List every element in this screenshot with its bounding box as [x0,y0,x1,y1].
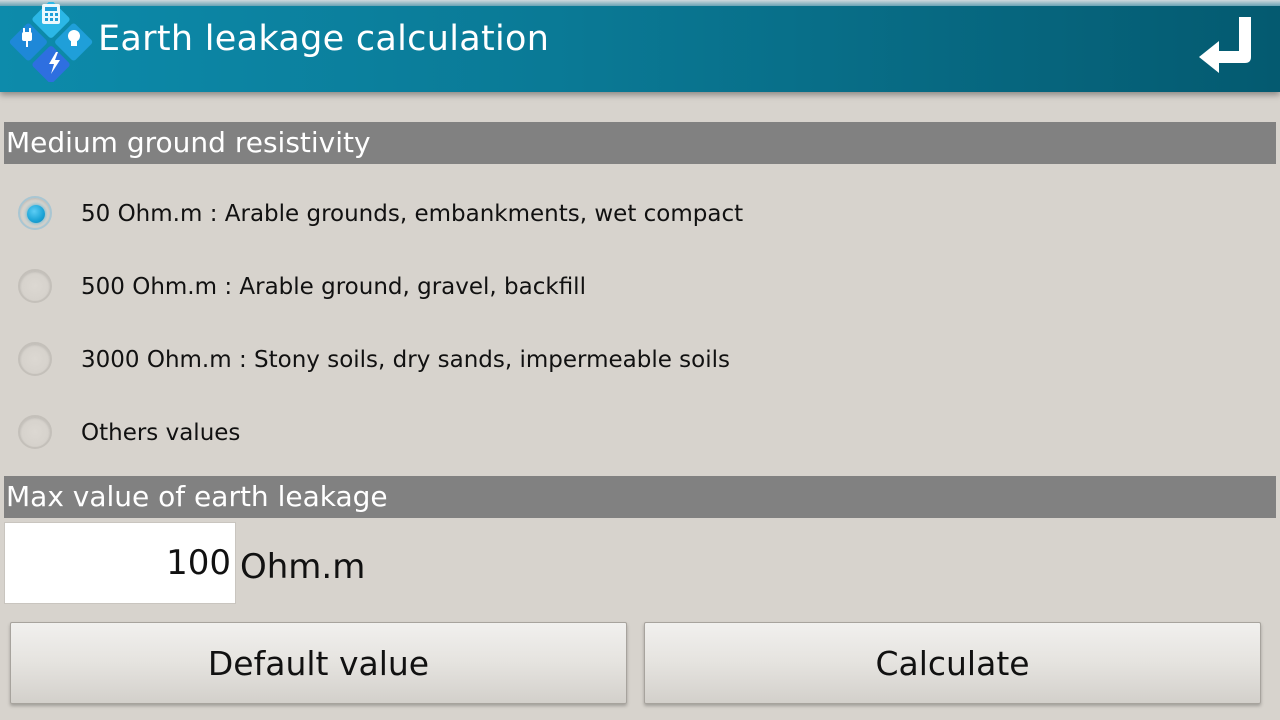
radio-label: Others values [81,420,241,446]
app-screen: Earth leakage calculation Medium ground … [0,0,1280,720]
back-button[interactable] [1192,10,1260,80]
return-arrow-icon [1199,17,1251,73]
radio-label: 500 Ohm.m : Arable ground, gravel, backf… [81,274,586,300]
radio-option-3000[interactable]: 3000 Ohm.m : Stony soils, dry sands, imp… [0,324,1280,396]
radio-button-selected[interactable] [18,196,52,230]
radio-button[interactable] [18,342,52,376]
leakage-value-input[interactable] [4,522,236,604]
leakage-section-header: Max value of earth leakage [4,476,1276,518]
radio-label: 3000 Ohm.m : Stony soils, dry sands, imp… [81,347,730,373]
calculate-button[interactable]: Calculate [644,622,1261,704]
radio-label: 50 Ohm.m : Arable grounds, embankments, … [81,201,744,227]
radio-option-500[interactable]: 500 Ohm.m : Arable ground, gravel, backf… [0,251,1280,323]
resistivity-section-header: Medium ground resistivity [4,122,1276,164]
radio-button[interactable] [18,415,52,449]
unit-label: Ohm.m [240,547,366,587]
radio-selected-dot [27,205,45,223]
electric-calculator-logo-icon [6,0,96,84]
radio-button[interactable] [18,269,52,303]
page-title: Earth leakage calculation [98,19,550,59]
radio-option-others[interactable]: Others values [0,397,1280,469]
title-bar: Earth leakage calculation [0,0,1280,92]
radio-option-50[interactable]: 50 Ohm.m : Arable grounds, embankments, … [0,178,1280,250]
default-value-button[interactable]: Default value [10,622,627,704]
